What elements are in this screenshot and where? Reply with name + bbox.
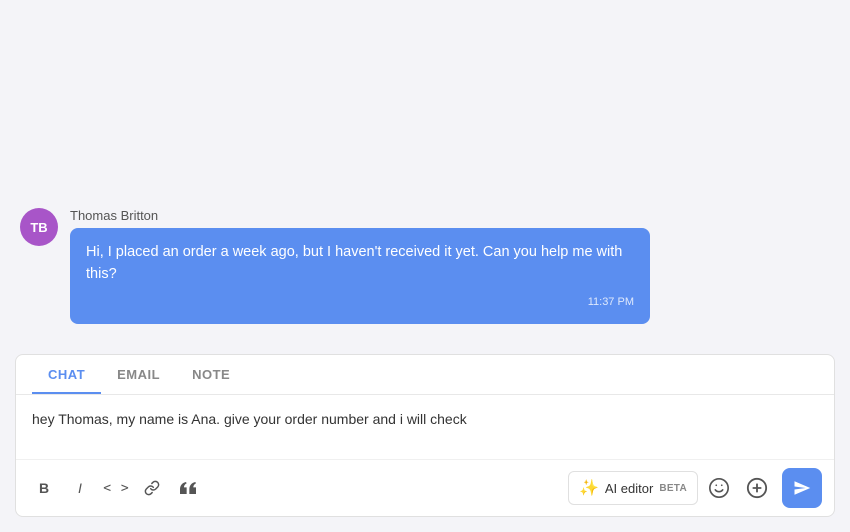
tab-note[interactable]: NOTE [176,355,246,394]
avatar: TB [20,208,58,246]
quote-icon [180,480,196,496]
message-block: TB Thomas Britton Hi, I placed an order … [20,208,830,324]
ai-editor-label: AI editor [605,481,653,496]
chat-area: TB Thomas Britton Hi, I placed an order … [0,0,850,354]
ai-editor-button[interactable]: ✨ AI editor BETA [568,471,698,505]
send-icon [793,479,811,497]
composer-panel: CHAT EMAIL NOTE hey Thomas, my name is A… [15,354,835,517]
quote-button[interactable] [172,472,204,504]
message-text: Hi, I placed an order a week ago, but I … [86,244,622,282]
ai-sparkle-icon: ✨ [579,478,599,498]
send-button[interactable] [782,468,822,508]
message-bubble: Hi, I placed an order a week ago, but I … [70,228,650,324]
beta-badge: BETA [659,483,687,494]
italic-button[interactable]: I [64,472,96,504]
sender-name: Thomas Britton [70,208,650,223]
emoji-button[interactable] [702,471,736,505]
tabs-bar: CHAT EMAIL NOTE [16,355,834,395]
emoji-icon [708,477,730,499]
message-timestamp: 11:37 PM [86,294,634,311]
tab-email[interactable]: EMAIL [101,355,176,394]
composer-toolbar: B I < > ✨ AI editor BETA [16,459,834,516]
link-button[interactable] [136,472,168,504]
add-button[interactable] [740,471,774,505]
code-icon: < > [103,481,128,496]
bold-button[interactable]: B [28,472,60,504]
composer-body[interactable]: hey Thomas, my name is Ana. give your or… [16,395,834,459]
message-content: Thomas Britton Hi, I placed an order a w… [70,208,650,324]
code-button[interactable]: < > [100,472,132,504]
link-icon [144,480,160,496]
plus-icon [746,477,768,499]
composer-input[interactable]: hey Thomas, my name is Ana. give your or… [32,409,818,449]
tab-chat[interactable]: CHAT [32,355,101,394]
